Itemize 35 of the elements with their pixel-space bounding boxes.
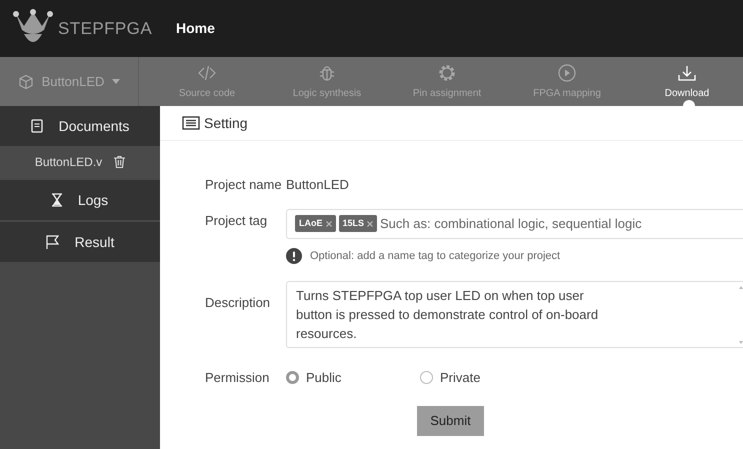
radio-button[interactable]	[420, 371, 433, 384]
flag-icon	[46, 235, 59, 249]
description-textarea[interactable]: Turns STEPFPGA top user LED on when top user button is pressed to demonstrate control of on-board resources.	[286, 281, 743, 348]
cube-icon	[18, 74, 34, 90]
sidebar-item[interactable]: Result	[0, 222, 160, 262]
exclamation-icon	[286, 248, 302, 264]
remove-icon[interactable]	[326, 220, 332, 226]
field-label: Description	[205, 294, 272, 312]
gear-icon	[437, 62, 457, 82]
radio-option[interactable]: Private	[420, 368, 494, 388]
project-name-value: ButtonLED	[286, 176, 349, 194]
page-title: Home	[176, 19, 215, 38]
play-icon	[557, 62, 577, 82]
tag-text-input[interactable]: Such as: combinational logic, sequential logic	[380, 214, 739, 234]
hourglass-icon	[52, 193, 62, 207]
panel-title: Setting	[204, 114, 248, 133]
remove-icon[interactable]	[367, 220, 374, 226]
tag-input-field[interactable]: LAoE 15LS Such as: combinational logic, sequential logic	[286, 208, 743, 238]
radio-option[interactable]: Public	[286, 368, 360, 388]
toolbar-tab[interactable]: Download	[631, 57, 743, 106]
submit-button[interactable]: Submit	[417, 406, 484, 436]
tag-chip: 15LS	[338, 214, 378, 232]
list-icon	[182, 116, 200, 130]
sidebar-item[interactable]: Documents	[0, 106, 160, 146]
field-label: Project name	[205, 176, 283, 194]
radio-button[interactable]	[286, 371, 299, 384]
hint-text: Optional: add a name tag to categorize your project	[310, 248, 560, 264]
field-label: Permission	[205, 369, 270, 387]
document-icon	[30, 119, 43, 133]
field-label: Project tag	[205, 212, 268, 230]
tag-chip: LAoE	[295, 214, 336, 232]
logo-text: STEPFPGA	[58, 18, 152, 40]
sidebar-item[interactable]: Logs	[0, 180, 160, 220]
trash-icon[interactable]	[114, 156, 126, 168]
caret-icon	[112, 79, 120, 84]
